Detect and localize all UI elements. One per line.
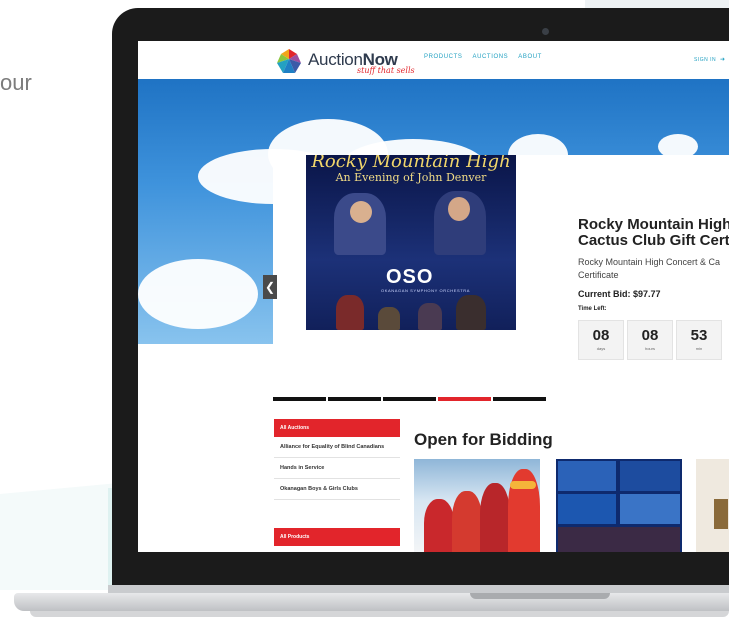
sidebar-item-alliance[interactable]: Alliance for Equality of Blind Canadians (274, 437, 400, 458)
main-nav: PRODUCTS AUCTIONS ABOUT (424, 54, 542, 60)
countdown-days: 08 days (578, 320, 624, 360)
thumbnail-object (714, 499, 728, 529)
skier-figure (424, 499, 454, 552)
carousel-indicators (273, 397, 729, 401)
skier-figure (480, 483, 510, 552)
ski-goggles (510, 481, 536, 489)
current-bid: Current Bid: $97.77 (578, 289, 661, 299)
ballet-panel (558, 494, 616, 524)
signin-icon[interactable]: ➜ (720, 56, 725, 63)
poster-logo-subtitle: OKANAGAN SYMPHONY ORCHESTRA (381, 288, 471, 293)
sidebar-header-products[interactable]: All Products (274, 528, 400, 546)
brand-prefix: Auction (308, 50, 363, 69)
poster-logo: OSO (386, 266, 434, 288)
nav-about[interactable]: ABOUT (518, 54, 542, 60)
section-title: Open for Bidding (414, 430, 553, 449)
laptop-screen: AuctionNow stuff that sells PRODUCTS AUC… (138, 41, 729, 552)
site-header: AuctionNow stuff that sells PRODUCTS AUC… (138, 41, 729, 79)
carousel-prev-button[interactable]: ❮ (263, 275, 277, 299)
featured-description: Rocky Mountain High Concert & Ca Certifi… (578, 257, 721, 280)
signin-link[interactable]: SIGN IN (694, 57, 716, 63)
laptop-deck (14, 593, 729, 611)
poster-title: Rocky Mountain High (311, 155, 511, 172)
auctionnow-logo-icon[interactable] (274, 47, 304, 75)
carousel-indicator[interactable] (383, 397, 436, 401)
countdown-unit: days (596, 346, 606, 351)
performer-photo (456, 295, 486, 330)
laptop-base (0, 585, 729, 621)
nav-auctions[interactable]: AUCTIONS (472, 54, 508, 60)
brand-tagline: stuff that sells (357, 66, 415, 75)
countdown-hours: 08 hours (627, 320, 673, 360)
sidebar: All Auctions Alliance for Equality of Bl… (274, 419, 400, 546)
carousel-indicator[interactable] (328, 397, 381, 401)
sidebar-item-okanagan-clubs[interactable]: Okanagan Boys & Girls Clubs (274, 479, 400, 500)
performer-photo (378, 307, 400, 330)
featured-title-line1: Rocky Mountain High Co (578, 216, 729, 233)
cloud (138, 259, 258, 329)
ballet-panel (558, 461, 616, 491)
countdown-value: 53 (690, 327, 708, 344)
countdown-minutes: 53 min (676, 320, 722, 360)
nav-products[interactable]: PRODUCTS (424, 54, 462, 60)
carousel-indicator[interactable] (493, 397, 546, 401)
countdown-unit: min (695, 346, 703, 351)
carousel-indicator-active[interactable] (438, 397, 491, 401)
laptop-lid-edge (108, 585, 729, 593)
performer-photo (448, 197, 470, 221)
ballet-panel (620, 494, 680, 524)
time-left-label: Time Left: (578, 306, 607, 312)
countdown-value: 08 (641, 327, 659, 344)
laptop-shadow (30, 611, 729, 617)
featured-title-line2: Cactus Club Gift Certifica (578, 232, 729, 249)
laptop-notch (470, 593, 610, 599)
countdown-unit: hours (644, 346, 655, 351)
featured-poster-image[interactable]: Rocky Mountain High An Evening of John D… (306, 155, 516, 330)
featured-title[interactable]: Rocky Mountain High Co Cactus Club Gift … (578, 217, 729, 249)
poster-subtitle: An Evening of John Denver (335, 171, 487, 184)
performer-photo (350, 201, 372, 223)
auction-thumbnail-skiers[interactable] (414, 459, 540, 552)
chevron-left-icon: ❮ (264, 280, 276, 294)
auction-thumbnail-ballet[interactable] (556, 459, 682, 552)
carousel-indicator[interactable] (273, 397, 326, 401)
ballet-panel (620, 461, 680, 491)
skier-figure (452, 491, 482, 552)
performer-photo (336, 295, 364, 330)
sidebar-item-hands-in-service[interactable]: Hands in Service (274, 458, 400, 479)
countdown-value: 08 (592, 327, 610, 344)
camera-icon (542, 28, 549, 35)
performer-photo (418, 303, 442, 330)
sidebar-header-auctions[interactable]: All Auctions (274, 419, 400, 437)
background-text: our (0, 70, 32, 95)
ballet-panel (558, 527, 680, 552)
auction-thumbnail-partial[interactable] (696, 459, 729, 552)
